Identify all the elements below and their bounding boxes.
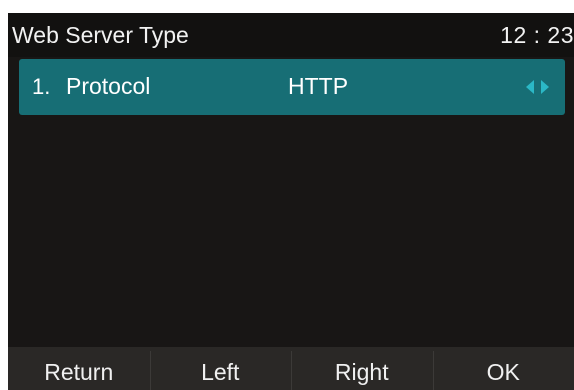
right-button[interactable]: Right: [291, 347, 433, 390]
softkey-bar: Return Left Right OK: [8, 347, 574, 390]
clock: 12 : 23: [500, 22, 574, 48]
phone-screen: Web Server Type 12 : 23 1. Protocol HTTP…: [8, 13, 574, 390]
list-item-label: Protocol: [66, 73, 151, 99]
page-title: Web Server Type: [12, 22, 189, 48]
list-item-value: HTTP: [288, 73, 349, 99]
ok-button[interactable]: OK: [432, 347, 574, 390]
list-item-index: 1.: [32, 74, 51, 99]
list-item-protocol[interactable]: 1. Protocol HTTP: [19, 59, 565, 115]
return-button[interactable]: Return: [8, 347, 150, 390]
arrow-right-icon[interactable]: [541, 80, 549, 94]
left-button[interactable]: Left: [149, 347, 292, 390]
title-bar: Web Server Type 12 : 23: [8, 13, 574, 57]
arrow-left-icon[interactable]: [526, 80, 534, 94]
